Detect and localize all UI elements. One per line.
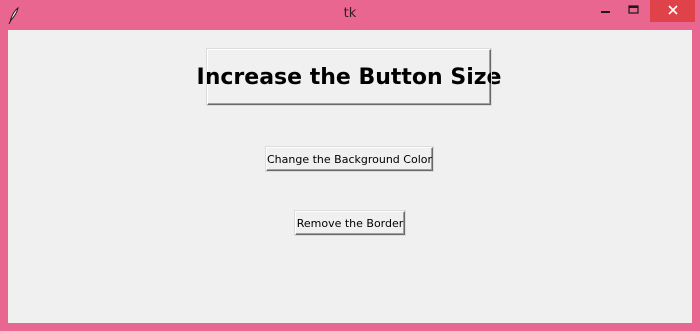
- close-button[interactable]: [650, 0, 695, 22]
- title-bar[interactable]: tk: [0, 0, 700, 30]
- remove-border-button[interactable]: Remove the Border: [294, 210, 406, 236]
- minimize-icon: [601, 2, 611, 20]
- increase-button-size-button[interactable]: Increase the Button Size: [197, 48, 501, 106]
- minimize-button[interactable]: [594, 0, 618, 22]
- app-window: tk Increase the Button Size Change the B…: [0, 0, 700, 331]
- maximize-button[interactable]: [622, 0, 646, 22]
- change-background-color-button[interactable]: Change the Background Color: [265, 146, 434, 172]
- window-client-area: Increase the Button Size Change the Back…: [8, 30, 692, 323]
- close-icon: [667, 2, 678, 20]
- maximize-icon: [628, 2, 640, 20]
